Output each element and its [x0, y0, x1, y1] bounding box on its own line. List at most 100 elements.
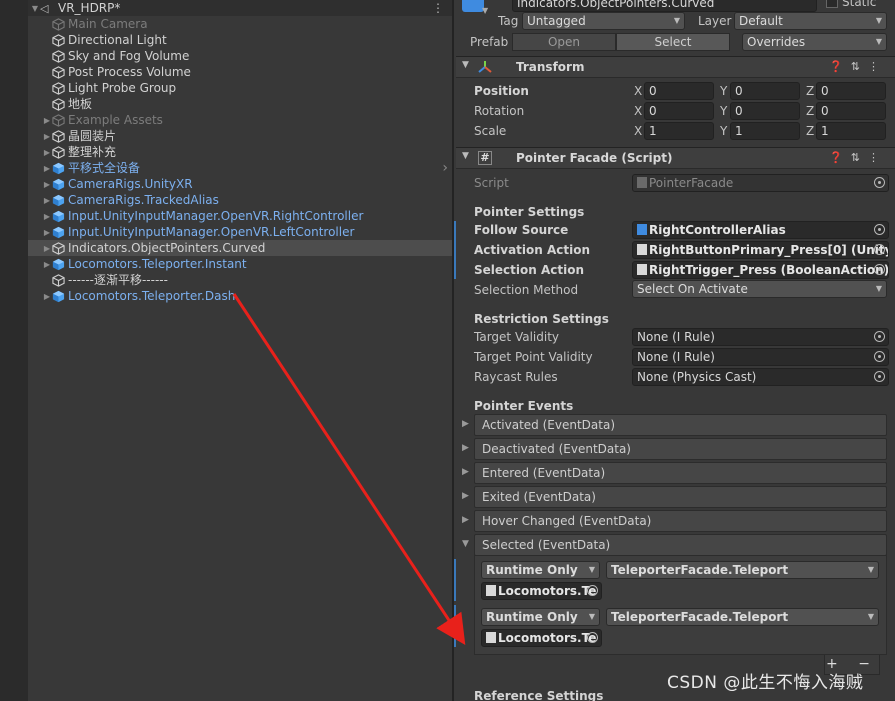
pointer-settings-header: Pointer Settings [474, 205, 585, 219]
scene-row[interactable]: ▼ ◁ VR_HDRP* ⋮ [28, 0, 452, 16]
fold-arrow-icon[interactable]: ▶ [462, 491, 469, 501]
object-name-field[interactable]: Indicators.ObjectPointers.Curved [512, 0, 817, 12]
target-point-validity-field[interactable]: None (I Rule) [632, 348, 889, 366]
object-picker-icon[interactable] [874, 371, 885, 382]
position-y-field[interactable]: 0 [730, 82, 800, 100]
prefab-cube-icon [52, 290, 65, 302]
hierarchy-item[interactable]: ▶ Locomotors.Teleporter.Dash [28, 288, 452, 304]
prefab-select-button[interactable]: Select [616, 33, 730, 51]
hierarchy-item[interactable]: ▶ Example Assets [28, 112, 452, 128]
hierarchy-item[interactable]: ▶ 晶圆装片 [28, 128, 452, 144]
listener-function-dropdown[interactable]: TeleporterFacade.Teleport ▼ [606, 561, 879, 579]
activation-action-field[interactable]: RightButtonPrimary_Press[0] (UnityIr [632, 241, 889, 259]
hierarchy-item[interactable]: ▶ Input.UnityInputManager.OpenVR.RightCon… [28, 208, 452, 224]
fold-arrow-icon[interactable]: ▼ [462, 151, 469, 161]
object-picker-icon[interactable] [874, 244, 885, 255]
hierarchy-item[interactable]: Post Process Volume [28, 64, 452, 80]
scale-x-field[interactable]: 1 [644, 122, 714, 140]
hierarchy-item[interactable]: Directional Light [28, 32, 452, 48]
hierarchy-item[interactable]: 地板 [28, 96, 452, 112]
target-validity-field[interactable]: None (I Rule) [632, 328, 889, 346]
rotation-y-field[interactable]: 0 [730, 102, 800, 120]
fold-arrow-icon[interactable]: ▶ [42, 132, 52, 141]
target-validity-label: Target Validity [474, 330, 559, 344]
component-header-icons[interactable]: ❓⇅⋮ [829, 60, 887, 73]
position-x-field[interactable]: 0 [644, 82, 714, 100]
pointer-facade-header[interactable]: ▼ # Pointer Facade (Script) ❓⇅⋮ [456, 147, 895, 169]
object-picker-icon[interactable] [874, 224, 885, 235]
layer-dropdown[interactable]: Default ▼ [734, 12, 887, 30]
event-row[interactable]: Activated (EventData) [474, 414, 887, 436]
object-picker-icon[interactable] [587, 632, 598, 643]
hierarchy-item[interactable]: ▶ 整理补充 [28, 144, 452, 160]
listener-function: TeleporterFacade.Teleport [611, 563, 789, 577]
chevron-down-icon: ▼ [588, 612, 595, 621]
event-row[interactable]: Selected (EventData) [474, 534, 887, 556]
hierarchy-item[interactable]: ▶ CameraRigs.TrackedAlias [28, 192, 452, 208]
fold-arrow-icon[interactable]: ▶ [462, 443, 469, 453]
chevron-right-icon[interactable]: › [442, 160, 448, 176]
fold-arrow-icon[interactable]: ▶ [42, 228, 52, 237]
prefab-open-button[interactable]: Open [512, 33, 616, 51]
hierarchy-item[interactable]: ▶ Locomotors.Teleporter.Instant [28, 256, 452, 272]
prefab-overrides-dropdown[interactable]: Overrides ▼ [742, 33, 887, 51]
hierarchy-item[interactable]: ------逐渐平移------ [28, 272, 452, 288]
hierarchy-item[interactable]: ▶ CameraRigs.UnityXR [28, 176, 452, 192]
listener-target-field[interactable]: Locomotors.Te [481, 629, 602, 647]
event-row[interactable]: Entered (EventData) [474, 462, 887, 484]
listener-target-field[interactable]: Locomotors.Te [481, 582, 602, 600]
position-z-field[interactable]: 0 [816, 82, 886, 100]
rotation-z-field[interactable]: 0 [816, 102, 886, 120]
fold-arrow-icon[interactable]: ▶ [42, 292, 52, 301]
more-options-icon[interactable]: ⋮ [432, 1, 444, 15]
component-header-icons[interactable]: ❓⇅⋮ [829, 151, 887, 164]
fold-arrow-icon[interactable]: ▶ [42, 164, 52, 173]
script-hash-icon: # [478, 151, 492, 165]
transform-header[interactable]: ▼ Transform ❓⇅⋮ [456, 56, 895, 78]
fold-arrow-icon[interactable]: ▶ [42, 212, 52, 221]
hierarchy-item[interactable]: ▶ Indicators.ObjectPointers.Curved [28, 240, 452, 256]
raycast-rules-value: None (Physics Cast) [637, 370, 757, 384]
hierarchy-item-label: 地板 [68, 97, 93, 111]
hierarchy-item[interactable]: Main Camera [28, 16, 452, 32]
listener-mode-dropdown[interactable]: Runtime Only ▼ [481, 608, 600, 626]
event-row[interactable]: Deactivated (EventData) [474, 438, 887, 460]
fold-arrow-icon[interactable]: ▶ [42, 180, 52, 189]
listener-function-dropdown[interactable]: TeleporterFacade.Teleport ▼ [606, 608, 879, 626]
fold-arrow-icon[interactable]: ▶ [42, 260, 52, 269]
fold-arrow-icon[interactable]: ▼ [462, 60, 469, 70]
raycast-rules-label: Raycast Rules [474, 370, 558, 384]
event-row[interactable]: Exited (EventData) [474, 486, 887, 508]
fold-arrow-icon[interactable]: ▼ [30, 4, 40, 13]
fold-arrow-icon[interactable]: ▶ [462, 467, 469, 477]
fold-arrow-icon[interactable]: ▶ [42, 148, 52, 157]
selection-method-dropdown[interactable]: Select On Activate ▼ [632, 280, 887, 298]
fold-arrow-icon[interactable]: ▶ [462, 419, 469, 429]
hierarchy-item[interactable]: Sky and Fog Volume [28, 48, 452, 64]
static-checkbox[interactable] [826, 0, 838, 8]
fold-arrow-icon[interactable]: ▶ [42, 196, 52, 205]
follow-source-field[interactable]: RightControllerAlias [632, 221, 889, 239]
selection-action-value: RightTrigger_Press (BooleanAction) [649, 263, 889, 277]
fold-arrow-icon[interactable]: ▶ [42, 116, 52, 125]
fold-arrow-icon[interactable]: ▶ [462, 515, 469, 525]
chevron-down-icon: ▼ [875, 16, 882, 25]
object-picker-icon[interactable] [874, 264, 885, 275]
icon-dropdown-arrow-icon[interactable]: ▼ [482, 6, 488, 15]
raycast-rules-field[interactable]: None (Physics Cast) [632, 368, 889, 386]
listener-mode-dropdown[interactable]: Runtime Only ▼ [481, 561, 600, 579]
fold-arrow-icon[interactable]: ▼ [462, 539, 469, 549]
scale-y-field[interactable]: 1 [730, 122, 800, 140]
event-row[interactable]: Hover Changed (EventData) [474, 510, 887, 532]
object-picker-icon[interactable] [874, 351, 885, 362]
tag-dropdown[interactable]: Untagged ▼ [522, 12, 685, 30]
hierarchy-item[interactable]: Light Probe Group [28, 80, 452, 96]
object-picker-icon[interactable] [587, 585, 598, 596]
selection-action-field[interactable]: RightTrigger_Press (BooleanAction) [632, 261, 889, 279]
object-picker-icon[interactable] [874, 331, 885, 342]
scale-z-field[interactable]: 1 [816, 122, 886, 140]
hierarchy-item[interactable]: ▶ Input.UnityInputManager.OpenVR.LeftCont… [28, 224, 452, 240]
rotation-x-field[interactable]: 0 [644, 102, 714, 120]
hierarchy-item[interactable]: ▶ 平移式全设备 [28, 160, 452, 176]
fold-arrow-icon[interactable]: ▶ [42, 244, 52, 253]
